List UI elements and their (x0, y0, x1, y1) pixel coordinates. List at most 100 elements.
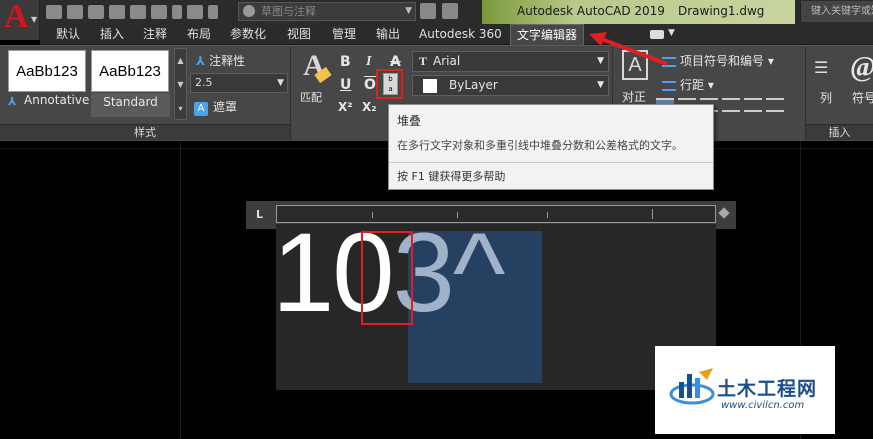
style-gallery-scroll[interactable]: ▲ ▼ ▾ (174, 48, 187, 120)
annotative-icon: ⅄ (8, 95, 17, 108)
text-height-input[interactable]: 2.5 ▼ (190, 73, 288, 93)
quick-access-toolbar (46, 3, 218, 21)
tab-default[interactable]: 默认 (54, 24, 82, 45)
annotative-toggle-label: 注释性 (209, 54, 246, 68)
align-justify-icon[interactable] (722, 98, 740, 112)
application-menu-button[interactable]: A ▼ (0, 0, 40, 40)
columns-label: 列 (820, 91, 833, 105)
color-select[interactable]: ByLayer ▼ (412, 75, 609, 96)
color-swatch (423, 79, 437, 93)
bold-button[interactable]: B (340, 54, 351, 70)
tooltip-help: 按 F1 键获得更多帮助 (397, 170, 506, 183)
gear-icon (243, 5, 255, 17)
stack-tooltip: 堆叠 在多行文字对象和多重引线中堆叠分数和公差格式的文字。 按 F1 键获得更多… (388, 104, 714, 190)
line-spacing-icon (662, 80, 676, 91)
annotative-toggle[interactable]: ⅄ 注释性 (196, 52, 245, 69)
font-select[interactable]: T Arial ▼ (412, 51, 609, 72)
underline-button[interactable]: U (340, 77, 351, 93)
autocad-logo-icon: A (4, 0, 29, 35)
save-icon[interactable] (88, 5, 104, 19)
print-icon[interactable] (130, 5, 146, 19)
bullets-numbering-button[interactable]: 项目符号和编号 ▾ (662, 52, 774, 69)
watermark-url: www.civilcn.com (721, 400, 805, 411)
symbol-button[interactable]: @ (850, 52, 873, 84)
stack-button-highlight (376, 69, 403, 99)
style-panel-title: 样式 (0, 124, 290, 140)
annotation-highlight-box (361, 231, 413, 325)
watermark: 土木工程网 www.civilcn.com (655, 346, 835, 434)
annotative-icon: ⅄ (196, 54, 206, 68)
overline-button[interactable]: O (364, 77, 376, 93)
text-height-value: 2.5 (195, 76, 213, 89)
grid-line (180, 141, 181, 439)
annotation-arrow-icon (589, 32, 668, 66)
swatch-label-standard: Standard (91, 93, 170, 117)
redo-icon[interactable] (187, 5, 203, 19)
list-label: 项目符号和编号 (680, 54, 765, 68)
superscript-button[interactable]: X² (338, 100, 353, 114)
ruler-tick (652, 209, 653, 219)
customize-icon[interactable] (442, 3, 458, 19)
columns-button[interactable]: ☰ (814, 58, 828, 77)
italic-button[interactable]: I (366, 54, 371, 70)
undo-dropdown-icon[interactable] (172, 5, 182, 19)
scroll-up-icon[interactable]: ▲ (175, 49, 186, 73)
match-label: 匹配 (300, 91, 322, 104)
tab-parametric[interactable]: 参数化 (228, 24, 268, 45)
tab-view[interactable]: 视图 (285, 24, 313, 45)
share-icon[interactable] (420, 3, 436, 19)
civilcn-logo-icon (669, 368, 715, 405)
chevron-down-icon: ▼ (277, 78, 284, 88)
subscript-button[interactable]: X₂ (362, 100, 377, 114)
redo-dropdown-icon[interactable] (208, 5, 218, 19)
align-distribute-icon[interactable] (744, 98, 762, 112)
chevron-down-icon: ▼ (405, 6, 412, 16)
panel-divider (290, 47, 291, 140)
font-name: Arial (433, 54, 461, 68)
app-title: Autodesk AutoCAD 2019 (517, 4, 665, 18)
ruler-tick (547, 212, 548, 218)
save-as-icon[interactable] (109, 5, 125, 19)
document-title: Drawing1.dwg (678, 4, 765, 18)
symbol-label: 符号 (852, 91, 873, 105)
tooltip-divider (389, 162, 713, 163)
chevron-down-icon: ▼ (597, 80, 604, 90)
strikethrough-button[interactable]: A (390, 54, 401, 70)
tooltip-title: 堆叠 (397, 114, 422, 128)
columns-icon: ☰ (814, 58, 829, 77)
tab-insert[interactable]: 插入 (98, 24, 126, 45)
style-swatch-standard[interactable]: AaBb123 (91, 50, 169, 92)
font-prefix-icon: T (419, 54, 428, 68)
tooltip-description: 在多行文字对象和多重引线中堆叠分数和公差格式的文字。 (397, 139, 683, 152)
align-spread-icon[interactable] (766, 98, 784, 112)
quick-access-extra (420, 3, 458, 19)
swatch-label-annotative: Annotative (24, 93, 90, 107)
search-input[interactable]: 键入关键字或短语 (800, 1, 873, 22)
ribbon-tabs: 默认 插入 注释 布局 参数化 视图 管理 输出 Autodesk 360 文字… (40, 24, 873, 45)
tab-stop-icon[interactable]: L (256, 208, 263, 221)
expand-gallery-icon[interactable]: ▾ (175, 97, 186, 121)
open-icon[interactable] (67, 5, 83, 19)
mask-button[interactable]: A 遮罩 (194, 98, 237, 116)
tab-autodesk-360[interactable]: Autodesk 360 (417, 24, 504, 45)
justify-label: 对正 (622, 90, 647, 104)
tab-manage[interactable]: 管理 (330, 24, 358, 45)
line-spacing-button[interactable]: 行距 ▾ (662, 76, 714, 93)
insert-panel-title: 插入 (806, 124, 873, 140)
workspace-label: 草图与注释 (261, 5, 316, 18)
undo-icon[interactable] (151, 5, 167, 19)
watermark-name: 土木工程网 (717, 378, 818, 400)
mask-label: 遮罩 (213, 100, 238, 114)
scroll-down-icon[interactable]: ▼ (175, 73, 186, 97)
workspace-selector[interactable]: 草图与注释 ▼ (238, 2, 416, 21)
style-swatch-annotative[interactable]: AaBb123 (8, 50, 86, 92)
spacing-label: 行距 (680, 78, 705, 92)
tab-annotate[interactable]: 注释 (141, 24, 169, 45)
color-name: ByLayer (449, 78, 498, 92)
tab-text-editor[interactable]: 文字编辑器 (510, 24, 585, 45)
tab-layout[interactable]: 布局 (185, 24, 213, 45)
new-icon[interactable] (46, 5, 62, 19)
tab-output[interactable]: 输出 (374, 24, 402, 45)
chevron-down-icon: ▼ (31, 15, 38, 24)
mask-icon: A (194, 102, 208, 116)
